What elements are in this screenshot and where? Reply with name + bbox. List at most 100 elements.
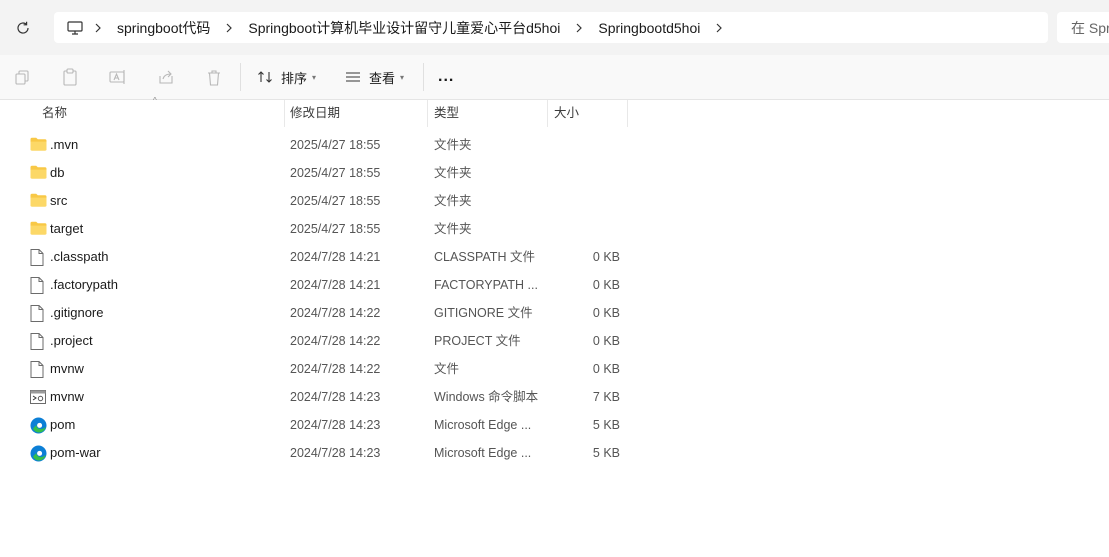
folder-icon xyxy=(30,221,47,237)
column-header-name[interactable]: 名称 xyxy=(36,100,285,127)
file-type: CLASSPATH 文件 xyxy=(434,250,535,264)
delete-icon[interactable] xyxy=(203,66,225,88)
chevron-right-icon[interactable] xyxy=(568,23,590,33)
sort-icon xyxy=(258,71,272,83)
file-type: 文件夹 xyxy=(434,166,472,180)
file-date: 2024/7/28 14:23 xyxy=(290,418,381,432)
file-size: 0 KB xyxy=(592,334,620,348)
file-date: 2025/4/27 18:55 xyxy=(290,194,381,208)
file-name: .classpath xyxy=(50,249,109,264)
file-date: 2024/7/28 14:22 xyxy=(290,334,381,348)
file-name: src xyxy=(50,193,68,208)
file-type: 文件 xyxy=(434,362,460,376)
file-date: 2024/7/28 14:21 xyxy=(290,278,381,292)
file-row[interactable]: .classpath 2024/7/28 14:21 CLASSPATH 文件 … xyxy=(0,243,1109,271)
copy-icon[interactable] xyxy=(11,66,33,88)
folder-icon xyxy=(30,137,47,153)
file-size: 0 KB xyxy=(592,250,620,264)
chevron-right-icon[interactable] xyxy=(87,23,109,33)
file-icon xyxy=(30,249,47,266)
file-type: Microsoft Edge ... xyxy=(434,446,532,460)
file-row[interactable]: .factorypath 2024/7/28 14:21 FACTORYPATH… xyxy=(0,271,1109,299)
edge-icon xyxy=(30,445,47,462)
file-row[interactable]: .project 2024/7/28 14:22 PROJECT 文件 0 KB xyxy=(0,327,1109,355)
file-icon xyxy=(30,305,47,322)
file-row[interactable]: db 2025/4/27 18:55 文件夹 xyxy=(0,159,1109,187)
column-header-row: ^ 名称 修改日期 类型 大小 xyxy=(0,96,1109,127)
file-size: 0 KB xyxy=(592,278,620,292)
file-date: 2024/7/28 14:22 xyxy=(290,306,381,320)
file-row[interactable]: pom 2024/7/28 14:23 Microsoft Edge ... 5… xyxy=(0,411,1109,439)
breadcrumb-item[interactable]: Springbootd5hoi xyxy=(593,20,705,36)
file-name: mvnw xyxy=(50,389,84,404)
folder-icon xyxy=(30,165,47,181)
file-date: 2025/4/27 18:55 xyxy=(290,222,381,236)
chevron-down-icon: ▾ xyxy=(312,72,317,82)
sort-label: 排序 xyxy=(281,70,308,86)
file-type: GITIGNORE 文件 xyxy=(434,306,533,320)
more-options-button[interactable]: ... xyxy=(438,63,454,91)
view-label: 查看 xyxy=(369,70,396,86)
address-row: springboot代码 Springboot计算机毕业设计留守儿童爱心平台d5… xyxy=(0,0,1109,55)
file-date: 2025/4/27 18:55 xyxy=(290,138,381,152)
file-row[interactable]: mvnw 2024/7/28 14:22 文件 0 KB xyxy=(0,355,1109,383)
file-type: PROJECT 文件 xyxy=(434,334,521,348)
file-size: 0 KB xyxy=(592,362,620,376)
file-size: 5 KB xyxy=(592,418,620,432)
file-date: 2024/7/28 14:21 xyxy=(290,250,381,264)
file-date: 2024/7/28 14:23 xyxy=(290,390,381,404)
file-date: 2024/7/28 14:23 xyxy=(290,446,381,460)
file-explorer-window: springboot代码 Springboot计算机毕业设计留守儿童爱心平台d5… xyxy=(0,0,1109,557)
file-name: .mvn xyxy=(50,137,79,152)
chevron-right-icon[interactable] xyxy=(218,23,240,33)
file-name: .factorypath xyxy=(50,277,118,292)
file-name: mvnw xyxy=(50,361,84,376)
paste-icon[interactable] xyxy=(59,66,81,88)
file-icon xyxy=(30,361,47,378)
file-row[interactable]: .gitignore 2024/7/28 14:22 GITIGNORE 文件 … xyxy=(0,299,1109,327)
this-pc-icon[interactable] xyxy=(66,19,84,37)
edge-icon xyxy=(30,417,47,434)
command-bar: 排序 ▾ 查看 ▾ ... xyxy=(0,55,1109,100)
search-input[interactable]: 在 Spr xyxy=(1057,12,1109,43)
file-name: pom-war xyxy=(50,445,101,460)
file-icon xyxy=(30,333,47,350)
script-icon xyxy=(30,389,47,405)
command-separator xyxy=(240,63,241,91)
file-type: FACTORYPATH ... xyxy=(434,278,538,292)
command-separator xyxy=(423,63,424,91)
file-name: pom xyxy=(50,417,76,432)
view-list-icon xyxy=(346,72,360,82)
file-date: 2025/4/27 18:55 xyxy=(290,166,381,180)
file-name: .gitignore xyxy=(50,305,104,320)
breadcrumb-item[interactable]: springboot代码 xyxy=(112,18,215,38)
breadcrumb-item[interactable]: Springboot计算机毕业设计留守儿童爱心平台d5hoi xyxy=(243,18,565,38)
file-row[interactable]: pom-war 2024/7/28 14:23 Microsoft Edge .… xyxy=(0,439,1109,467)
share-icon[interactable] xyxy=(155,66,177,88)
file-row[interactable]: target 2025/4/27 18:55 文件夹 xyxy=(0,215,1109,243)
sort-button[interactable]: 排序 ▾ xyxy=(257,63,316,91)
file-icon xyxy=(30,277,47,294)
breadcrumb[interactable]: springboot代码 Springboot计算机毕业设计留守儿童爱心平台d5… xyxy=(54,12,1048,43)
refresh-button[interactable] xyxy=(10,15,36,41)
column-header-size[interactable]: 大小 xyxy=(548,100,628,127)
rename-icon[interactable] xyxy=(107,66,129,88)
file-list: .mvn 2025/4/27 18:55 文件夹 db 2025/4/27 18… xyxy=(0,131,1109,467)
file-row[interactable]: src 2025/4/27 18:55 文件夹 xyxy=(0,187,1109,215)
chevron-down-icon: ▾ xyxy=(400,72,405,82)
column-header-date[interactable]: 修改日期 xyxy=(284,100,428,127)
file-date: 2024/7/28 14:22 xyxy=(290,362,381,376)
column-header-type[interactable]: 类型 xyxy=(428,100,548,127)
file-type: Microsoft Edge ... xyxy=(434,418,532,432)
chevron-right-icon[interactable] xyxy=(708,23,730,33)
file-type: Windows 命令脚本 xyxy=(434,390,539,404)
file-size: 5 KB xyxy=(592,446,620,460)
view-button[interactable]: 查看 ▾ xyxy=(345,63,404,91)
refresh-icon xyxy=(17,21,29,34)
file-type: 文件夹 xyxy=(434,138,472,152)
file-name: db xyxy=(50,165,65,180)
file-size: 0 KB xyxy=(592,306,620,320)
file-type: 文件夹 xyxy=(434,194,472,208)
file-row[interactable]: .mvn 2025/4/27 18:55 文件夹 xyxy=(0,131,1109,159)
file-row[interactable]: mvnw 2024/7/28 14:23 Windows 命令脚本 7 KB xyxy=(0,383,1109,411)
